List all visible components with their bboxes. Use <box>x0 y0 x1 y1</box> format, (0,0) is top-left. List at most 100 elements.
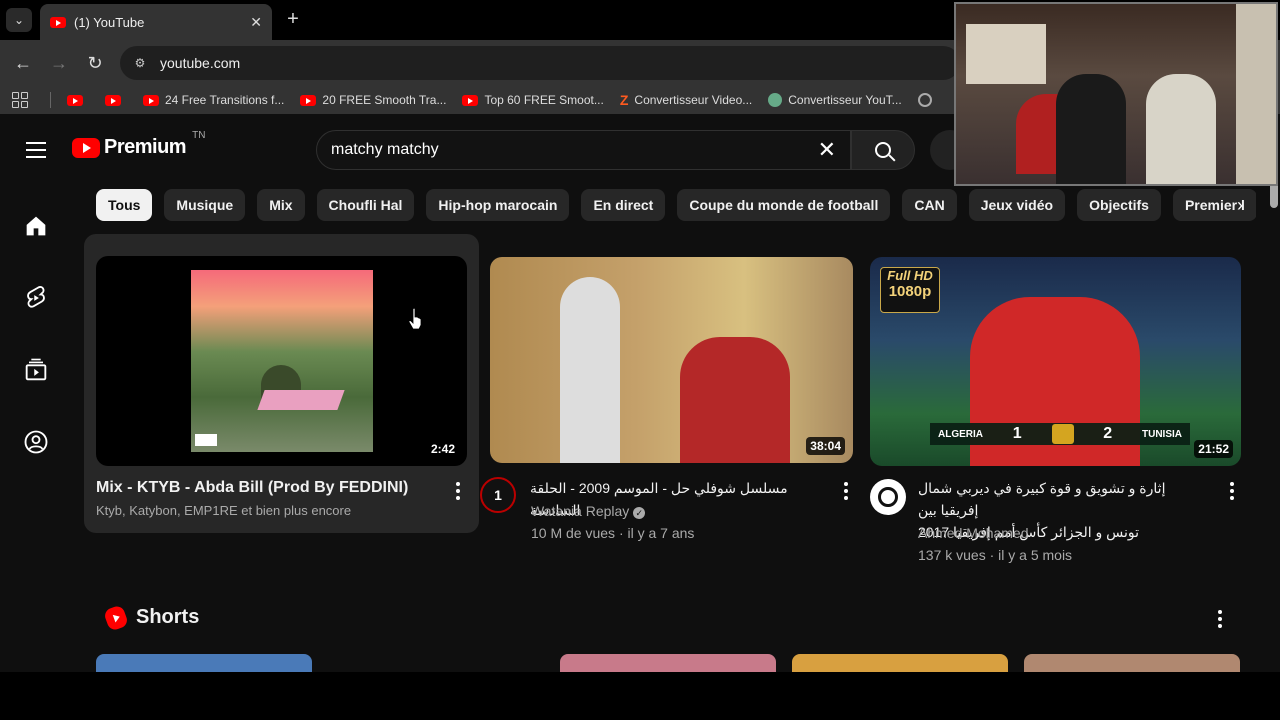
shorts-icon[interactable] <box>22 284 50 312</box>
menu-icon[interactable] <box>26 142 46 158</box>
search-icon <box>875 142 891 158</box>
video-thumbnail[interactable]: 38:04 <box>490 257 853 463</box>
bookmark-item[interactable] <box>101 93 131 108</box>
youtube-icon <box>143 94 159 106</box>
bookmark-item[interactable] <box>914 91 942 109</box>
youtube-icon <box>300 94 317 106</box>
filter-chips: Tous Musique Mix Choufli Hal Hip-hop mar… <box>96 189 1256 221</box>
pink-shape <box>257 390 345 410</box>
video-thumbnail[interactable]: Full HD 1080p ALGERIA 1 2 TUNISIA 21:52 <box>870 257 1241 466</box>
search-box[interactable]: matchy matchy ✕ <box>316 130 851 170</box>
site-icon <box>768 93 783 107</box>
home-icon[interactable] <box>22 212 50 240</box>
bookmark-item[interactable]: Top 60 FREE Smoot... <box>458 91 607 109</box>
youtube-icon <box>105 94 121 106</box>
chip-hip-hop-marocain[interactable]: Hip-hop marocain <box>426 189 570 221</box>
verified-icon: ✓ <box>633 507 646 519</box>
chip-coupe-du-monde[interactable]: Coupe du monde de football <box>677 189 891 221</box>
hand-cursor-icon <box>408 308 422 330</box>
hd-badge: Full HD 1080p <box>880 267 940 313</box>
scrollbar[interactable] <box>1268 114 1280 672</box>
channel-avatar[interactable]: 1 <box>480 477 516 513</box>
youtube-page: Premium TN matchy matchy ✕ Tous Musique … <box>0 114 1280 672</box>
more-options-icon[interactable] <box>844 482 848 500</box>
bookmark-item[interactable] <box>63 93 93 108</box>
chip-mix[interactable]: Mix <box>257 189 305 221</box>
bookmark-item[interactable]: Convertisseur YouT... <box>764 91 905 109</box>
trophy-icon <box>1051 424 1074 444</box>
parental-advisory-icon <box>195 434 217 446</box>
shorts-logo-icon <box>102 603 130 632</box>
chevron-right-icon[interactable]: › <box>1226 191 1254 219</box>
video-channel[interactable]: Ktyb, Katybon, EMP1RE et bien plus encor… <box>96 500 351 522</box>
chip-musique[interactable]: Musique <box>164 189 246 221</box>
z-icon: Z <box>619 92 629 108</box>
score-banner: ALGERIA 1 2 TUNISIA <box>930 423 1190 445</box>
chip-en-direct[interactable]: En direct <box>581 189 666 221</box>
channel-logo-icon <box>878 487 898 507</box>
more-options-icon[interactable] <box>1230 482 1234 500</box>
short-thumbnail[interactable] <box>1024 654 1240 672</box>
chip-can[interactable]: CAN <box>902 189 957 221</box>
youtube-logo[interactable]: Premium TN <box>72 130 205 159</box>
clear-search-icon[interactable]: ✕ <box>818 137 836 163</box>
youtube-favicon-icon <box>50 16 66 28</box>
video-duration: 21:52 <box>1194 440 1233 458</box>
poster-shape <box>966 24 1046 84</box>
site-settings-icon[interactable]: ⚙ <box>132 55 148 71</box>
short-thumbnail[interactable] <box>792 654 1008 672</box>
bookmark-item[interactable]: 20 FREE Smooth Tra... <box>296 91 450 109</box>
shorts-header: Shorts <box>102 603 200 632</box>
channel-avatar[interactable] <box>870 479 906 515</box>
search-input[interactable]: matchy matchy <box>331 141 818 159</box>
chip-choufli-hal[interactable]: Choufli Hal <box>316 189 415 221</box>
logo-text: Premium <box>104 136 187 158</box>
chip-objectifs[interactable]: Objectifs <box>1077 189 1161 221</box>
chip-tous[interactable]: Tous <box>96 189 153 221</box>
door-shape <box>1236 4 1276 184</box>
subscriptions-icon[interactable] <box>22 356 50 384</box>
video-channel[interactable]: Watania Replay ✓ <box>531 500 646 522</box>
video-channel[interactable]: Ahmed Mohamed <box>918 522 1029 544</box>
video-title[interactable]: Mix - KTYB - Abda Bill (Prod By FEDDINI) <box>96 477 436 499</box>
more-options-icon[interactable] <box>1218 610 1222 628</box>
apps-grid-icon[interactable] <box>12 92 28 108</box>
new-tab-button[interactable]: + <box>282 8 304 32</box>
country-code: TN <box>192 130 206 141</box>
forward-arrow-icon[interactable]: → <box>48 52 70 74</box>
chip-jeux-video[interactable]: Jeux vidéo <box>968 189 1066 221</box>
reload-icon[interactable]: ↻ <box>84 52 106 74</box>
person-shape <box>1146 74 1216 184</box>
bookmark-item[interactable]: 24 Free Transitions f... <box>139 91 288 109</box>
address-bar[interactable]: ⚙ youtube.com <box>120 46 960 80</box>
bottom-bar <box>0 672 1280 720</box>
youtube-icon <box>462 94 479 106</box>
video-duration: 38:04 <box>806 437 845 455</box>
bookmark-item[interactable]: Z Convertisseur Video... <box>616 90 756 110</box>
bookmarks-divider <box>50 92 51 108</box>
video-thumbnail[interactable]: 2:42 <box>96 256 467 466</box>
more-options-icon[interactable] <box>456 482 460 500</box>
video-duration: 2:42 <box>426 440 459 458</box>
url-text: youtube.com <box>160 55 241 71</box>
person-shape <box>560 277 620 463</box>
close-tab-icon[interactable]: ✕ <box>250 14 262 31</box>
tab-search-button[interactable]: ⌄ <box>6 8 32 32</box>
webcam-overlay <box>954 2 1278 186</box>
short-thumbnail[interactable] <box>560 654 776 672</box>
video-meta: 10 M de vues · il y a 7 ans <box>531 525 695 541</box>
shorts-title: Shorts <box>136 606 200 628</box>
person-shape <box>680 337 790 463</box>
album-art <box>191 270 373 452</box>
browser-tab[interactable]: (1) YouTube ✕ <box>40 4 272 40</box>
video-meta: 137 k vues · il y a 5 mois <box>918 547 1073 563</box>
account-icon[interactable] <box>22 428 50 456</box>
short-thumbnail[interactable] <box>96 654 312 672</box>
youtube-icon <box>67 94 83 106</box>
globe-icon <box>917 93 932 107</box>
search-button[interactable] <box>851 130 915 170</box>
back-arrow-icon[interactable]: ← <box>12 52 34 74</box>
youtube-play-icon <box>72 137 100 158</box>
tab-title: (1) YouTube <box>74 14 145 30</box>
person-shape <box>1056 74 1126 184</box>
